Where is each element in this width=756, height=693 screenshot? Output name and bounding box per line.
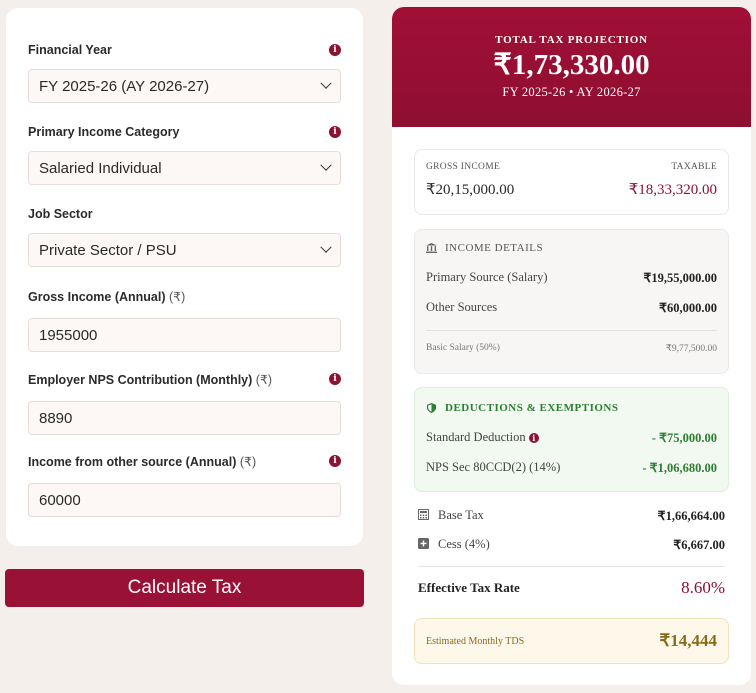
gross-income-field: Gross Income (Annual) (₹) 1955000 (28, 287, 341, 352)
base-tax-row: Base Tax ₹1,66,664.00 (418, 508, 725, 524)
taxable-caption: TAXABLE (671, 162, 717, 172)
other-income-input[interactable]: 60000 (28, 483, 341, 517)
tax-result-card: TOTAL TAX PROJECTION ₹1,73,330.00 FY 202… (392, 7, 751, 685)
other-income-field: Income from other source (Annual) (₹) i … (28, 452, 341, 517)
other-income-label: Income from other source (Annual) (₹) (28, 454, 257, 469)
taxable-value: ₹18,33,320.00 (628, 182, 717, 198)
income-details-section: INCOME DETAILS Primary Source (Salary) ₹1… (414, 229, 729, 374)
info-icon[interactable]: i (329, 455, 341, 467)
job-sector-select[interactable]: Private Sector / PSU (28, 233, 341, 267)
income-category-field: Primary Income Category i Salaried Indiv… (28, 123, 341, 185)
effective-tax-rate-row: Effective Tax Rate 8.60% (418, 578, 725, 598)
gross-income-caption: GROSS INCOME (426, 162, 501, 172)
bank-icon (426, 243, 437, 253)
info-icon[interactable]: i (329, 44, 341, 56)
monthly-tds-box: Estimated Monthly TDS ₹14,444 (414, 618, 729, 664)
standard-deduction-row: Standard Deduction i - ₹75,000.00 (426, 430, 717, 445)
deductions-section: DEDUCTIONS & EXEMPTIONS Standard Deducti… (414, 387, 729, 492)
financial-year-field: Financial Year i FY 2025-26 (AY 2026-27) (28, 41, 341, 103)
financial-year-label: Financial Year (28, 43, 112, 57)
job-sector-field: Job Sector Private Sector / PSU (28, 205, 341, 267)
chevron-down-icon (320, 77, 332, 89)
info-icon[interactable]: i (329, 126, 341, 138)
deductions-title: DEDUCTIONS & EXEMPTIONS (445, 402, 619, 414)
monthly-tds-label: Estimated Monthly TDS (426, 635, 525, 647)
gross-taxable-summary: GROSS INCOME ₹20,15,000.00 TAXABLE ₹18,3… (414, 149, 729, 215)
income-category-select[interactable]: Salaried Individual (28, 151, 341, 185)
info-icon[interactable]: i (329, 373, 341, 385)
shield-icon (426, 403, 437, 413)
primary-source-row: Primary Source (Salary) ₹19,55,000.00 (426, 270, 717, 285)
nps-deduction-row: NPS Sec 80CCD(2) (14%) - ₹1,06,680.00 (426, 460, 717, 475)
divider (418, 566, 725, 567)
chevron-down-icon (320, 159, 332, 171)
gross-income-label: Gross Income (Annual) (₹) (28, 289, 186, 304)
info-icon[interactable]: i (528, 433, 539, 443)
tax-form-card: Financial Year i FY 2025-26 (AY 2026-27)… (6, 8, 363, 546)
cess-row: Cess (4%) ₹6,667.00 (418, 537, 725, 553)
employer-nps-label: Employer NPS Contribution (Monthly) (₹) (28, 372, 273, 387)
basic-salary-row: Basic Salary (50%) ₹9,77,500.00 (426, 343, 717, 354)
effective-tax-rate-value: 8.60% (681, 578, 725, 597)
gross-income-input[interactable]: 1955000 (28, 318, 341, 352)
chevron-down-icon (320, 241, 332, 253)
projection-kicker: TOTAL TAX PROJECTION (495, 34, 648, 46)
income-details-title: INCOME DETAILS (445, 242, 544, 254)
job-sector-label: Job Sector (28, 207, 93, 221)
effective-tax-rate-label: Effective Tax Rate (418, 580, 520, 595)
employer-nps-input[interactable]: 8890 (28, 401, 341, 435)
other-sources-row: Other Sources ₹60,000.00 (426, 300, 717, 315)
plus-square-icon (418, 538, 429, 549)
financial-year-select[interactable]: FY 2025-26 (AY 2026-27) (28, 69, 341, 103)
employer-nps-field: Employer NPS Contribution (Monthly) (₹) … (28, 370, 341, 435)
total-tax-amount: ₹1,73,330.00 (493, 49, 650, 81)
calculate-tax-button[interactable]: Calculate Tax (5, 569, 364, 607)
income-category-label: Primary Income Category (28, 125, 180, 139)
calculator-icon (418, 509, 429, 520)
tax-projection-header: TOTAL TAX PROJECTION ₹1,73,330.00 FY 202… (392, 7, 751, 127)
gross-income-value: ₹20,15,000.00 (426, 182, 515, 198)
projection-year: FY 2025-26 • AY 2026-27 (502, 85, 641, 99)
monthly-tds-value: ₹14,444 (659, 631, 717, 650)
